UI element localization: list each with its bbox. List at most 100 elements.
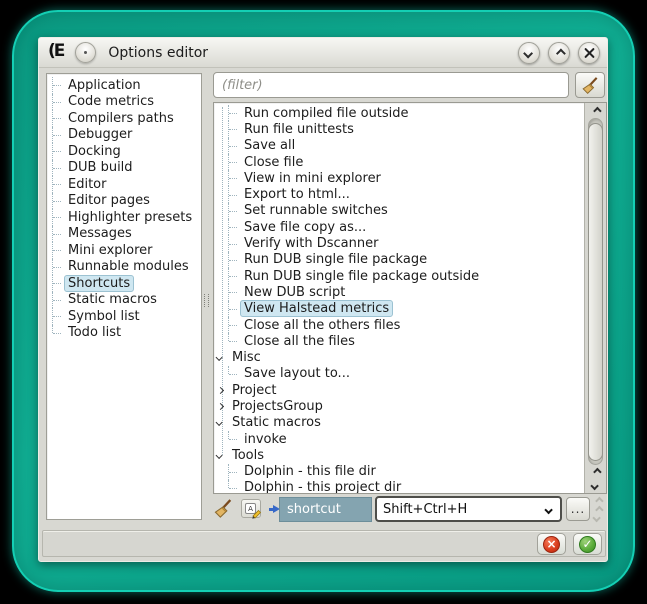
tree-line [52,176,64,193]
scroll-up-button-bottom[interactable] [585,464,606,479]
sidebar-item-dub-build[interactable]: DUB build [52,160,201,177]
sidebar-item-label: Mini explorer [64,242,157,259]
sidebar-item-editor[interactable]: Editor [52,176,201,193]
minimize-button[interactable] [518,42,540,64]
chevron-up-icon [595,505,603,513]
chevron-down-icon[interactable] [216,452,223,459]
splitter-grip[interactable] [204,294,209,307]
sidebar-item-runnable-modules[interactable]: Runnable modules [52,259,201,276]
tree-item-close-file[interactable]: Close file [214,154,585,170]
tree-item-label: View in mini explorer [240,170,385,187]
clean-button[interactable] [213,498,234,523]
disabled-spin-arrows [595,496,601,523]
scroll-down-button[interactable] [585,478,606,493]
tree-line [228,105,240,121]
sidebar-item-todo-list[interactable]: Todo list [52,325,201,342]
chevron-down-icon[interactable] [216,419,223,426]
sidebar-item-compilers-paths[interactable]: Compilers paths [52,110,201,127]
sidebar-item-label: Editor [64,176,110,193]
tree-line [228,464,240,480]
sidebar-item-label: Docking [64,143,125,160]
scroll-up-button[interactable] [585,103,606,118]
maximize-button[interactable] [548,42,570,64]
sidebar-item-editor-pages[interactable]: Editor pages [52,193,201,210]
sidebar-item-code-metrics[interactable]: Code metrics [52,94,201,111]
filter-input[interactable] [213,72,569,98]
chevron-down-icon [523,48,533,58]
tree-item-run-compiled-file-outside[interactable]: Run compiled file outside [214,105,585,121]
sidebar-item-static-macros[interactable]: Static macros [52,292,201,309]
sidebar-item-label: Debugger [64,126,136,143]
tree-item-save-all[interactable]: Save all [214,138,585,154]
tree-item-new-dub-script[interactable]: New DUB script [214,284,585,300]
tree-line [228,138,240,154]
sidebar-item-messages[interactable]: Messages [52,226,201,243]
tree-item-set-runnable-switches[interactable]: Set runnable switches [214,203,585,219]
tree-item-view-halstead-metrics[interactable]: View Halstead metrics [214,301,585,317]
accept-button[interactable]: ✓ [573,533,602,555]
tree-item-dolphin-this-project-dir[interactable]: Dolphin - this project dir [214,480,585,494]
scrollbar-thumb[interactable] [588,123,603,461]
window-menu-button[interactable] [75,42,96,63]
sidebar-item-symbol-list[interactable]: Symbol list [52,308,201,325]
tree-line [228,186,240,202]
sidebar-item-label: Compilers paths [64,110,178,127]
sidebar-item-label: Application [64,77,145,94]
tree-item-run-dub-single-file-package-outside[interactable]: Run DUB single file package outside [214,268,585,284]
tree-category-tools[interactable]: Tools [214,447,585,463]
shortcuts-tree-panel: Run compiled file outsideRun file unitte… [213,102,607,494]
sidebar-item-mini-explorer[interactable]: Mini explorer [52,242,201,259]
property-name-cell[interactable]: shortcut [279,497,372,522]
shortcuts-tree[interactable]: Run compiled file outsideRun file unitte… [214,105,585,494]
tree-item-label: View Halstead metrics [240,300,393,317]
sidebar-item-label: Runnable modules [64,258,193,275]
titlebar[interactable]: (E Options editor [39,38,607,68]
tree-item-label: Close all the others files [240,317,404,334]
clear-filter-button[interactable] [575,72,605,98]
tree-item-close-all-the-files[interactable]: Close all the files [214,333,585,349]
chevron-up-icon [593,467,601,475]
tree-item-label: Tools [228,447,268,464]
tree-category-static-macros[interactable]: Static macros [214,415,585,431]
more-button[interactable]: ... [566,497,590,521]
sidebar-item-docking[interactable]: Docking [52,143,201,160]
tree-category-misc[interactable]: Misc [214,349,585,365]
tree-item-label: Dolphin - this project dir [240,479,405,494]
chevron-right-icon[interactable] [217,403,224,410]
tree-item-verify-with-dscanner[interactable]: Verify with Dscanner [214,235,585,251]
tree-item-label: Export to html... [240,186,354,203]
sidebar-item-application[interactable]: Application [52,77,201,94]
cancel-button[interactable]: × [537,533,566,555]
tree-item-run-dub-single-file-package[interactable]: Run DUB single file package [214,252,585,268]
chevron-down-icon[interactable] [216,354,223,361]
tree-line [228,121,240,137]
close-button[interactable] [578,42,600,64]
tree-line [228,317,240,333]
cancel-x-icon: × [543,536,560,553]
tree-item-label: Close file [240,154,307,171]
tree-item-dolphin-this-file-dir[interactable]: Dolphin - this file dir [214,464,585,480]
tree-item-close-all-the-others-files[interactable]: Close all the others files [214,317,585,333]
sidebar-item-label: Symbol list [64,308,144,325]
tree-category-project[interactable]: Project [214,382,585,398]
coedit-logo-icon: (E [48,43,63,60]
tree-item-label: Save file copy as... [240,219,370,236]
edit-shortcut-button[interactable]: A [241,499,261,518]
sidebar-item-label: Code metrics [64,93,158,110]
tree-scrollbar[interactable] [584,103,606,493]
sidebar-item-shortcuts[interactable]: Shortcuts [52,275,201,292]
shortcut-value-combobox[interactable]: Shift+Ctrl+H [375,496,562,522]
sidebar-item-highlighter-presets[interactable]: Highlighter presets [52,209,201,226]
chevron-right-icon[interactable] [217,387,224,394]
tree-item-save-file-copy-as[interactable]: Save file copy as... [214,219,585,235]
sidebar-item-debugger[interactable]: Debugger [52,127,201,144]
sidebar-tree[interactable]: ApplicationCode metricsCompilers pathsDe… [46,73,202,520]
tree-line [52,292,64,309]
tree-item-export-to-html[interactable]: Export to html... [214,186,585,202]
tree-category-projectsgroup[interactable]: ProjectsGroup [214,398,585,414]
tree-item-label: Project [228,382,280,399]
tree-item-invoke[interactable]: invoke [214,431,585,447]
tree-item-view-in-mini-explorer[interactable]: View in mini explorer [214,170,585,186]
tree-item-run-file-unittests[interactable]: Run file unittests [214,121,585,137]
tree-item-save-layout-to[interactable]: Save layout to... [214,366,585,382]
